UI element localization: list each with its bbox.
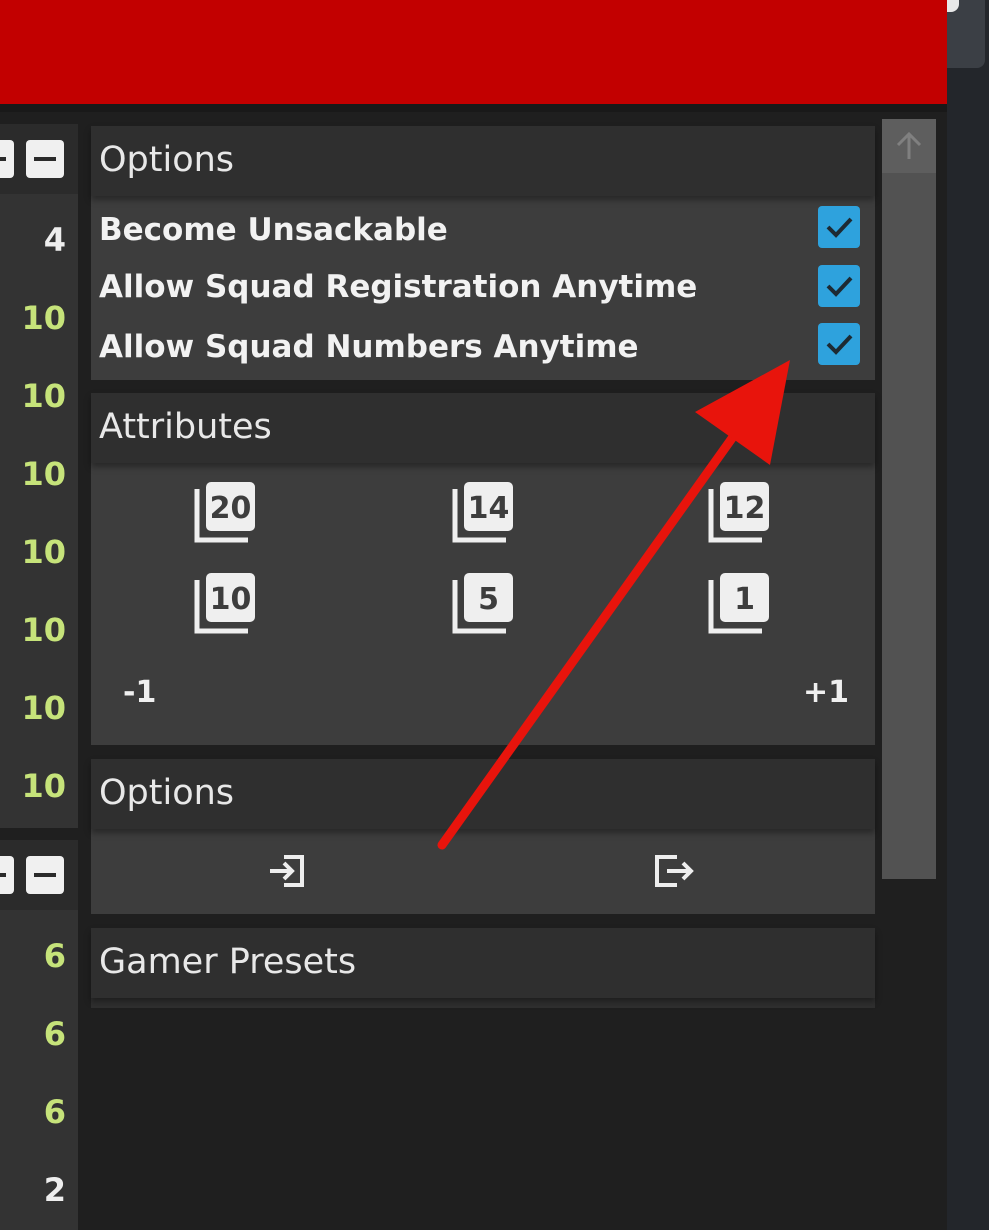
options-panel-title: Options (99, 140, 235, 180)
export-icon (655, 855, 694, 887)
left-group-2-header (0, 840, 78, 910)
value-cell: 10 (21, 767, 66, 805)
import-button[interactable] (266, 849, 310, 893)
value-cell: 2 (43, 1171, 66, 1209)
value-cell: 4 (43, 221, 66, 259)
preset-10-button[interactable]: 10 (194, 570, 258, 634)
value-cell: 10 (21, 611, 66, 649)
vertical-scrollbar[interactable] (882, 119, 936, 879)
option-label-become-unsackable: Become Unsackable (99, 212, 448, 248)
increment-button[interactable]: +1 (803, 675, 849, 710)
preset-14-button[interactable]: 14 (452, 479, 516, 543)
filter-1-icon: 1 (708, 573, 769, 634)
filter-12-icon: 12 (708, 482, 769, 543)
checkbox-squad-registration[interactable] (818, 265, 860, 307)
value-cell: 10 (21, 689, 66, 727)
preset-12-button[interactable]: 12 (708, 479, 772, 543)
plus-icon (0, 873, 6, 877)
gamer-presets-panel-title: Gamer Presets (99, 942, 357, 982)
value-cell: 10 (21, 299, 66, 337)
left-group-1: 4 10 10 10 10 10 10 10 (0, 194, 78, 828)
expand-button[interactable] (0, 140, 14, 178)
attributes-panel-header: Attributes (91, 393, 875, 463)
minus-icon (34, 873, 56, 877)
left-values-column: 4 10 10 10 10 10 10 10 6 6 6 2 (0, 124, 78, 1230)
option-label-squad-registration: Allow Squad Registration Anytime (99, 269, 698, 305)
value-cell: 6 (43, 937, 66, 975)
checkmark-icon (826, 334, 853, 355)
left-group-2: 6 6 6 2 (0, 910, 78, 1230)
checkbox-squad-numbers[interactable] (818, 323, 860, 365)
export-button[interactable] (651, 849, 695, 893)
svg-text:10: 10 (210, 582, 252, 617)
preset-5-button[interactable]: 5 (452, 570, 516, 634)
filter-20-icon: 20 (194, 482, 255, 543)
value-cell: 10 (21, 377, 66, 415)
right-edge-strip (947, 0, 989, 1230)
attributes-panel: Attributes 20 14 12 10 5 1 -1 +1 (91, 393, 875, 745)
checkmark-icon (826, 217, 853, 238)
value-cell: 10 (21, 533, 66, 571)
svg-text:5: 5 (478, 582, 499, 617)
svg-text:20: 20 (210, 491, 252, 526)
import-icon (270, 855, 304, 887)
options-panel-2-title: Options (99, 773, 235, 813)
value-cell: 6 (43, 1093, 66, 1131)
gamer-presets-panel-header: Gamer Presets (91, 928, 875, 998)
svg-text:12: 12 (724, 491, 766, 526)
svg-text:1: 1 (734, 582, 755, 617)
options-panel: Options Become Unsackable Allow Squad Re… (91, 126, 875, 380)
options-panel-header: Options (91, 126, 875, 196)
value-cell: 10 (21, 455, 66, 493)
top-header-bar (0, 0, 947, 104)
plus-icon (0, 157, 6, 161)
option-label-squad-numbers: Allow Squad Numbers Anytime (99, 329, 639, 365)
expand-button[interactable] (0, 856, 14, 894)
decrement-button[interactable]: -1 (123, 675, 156, 710)
scroll-up-button[interactable] (882, 119, 936, 173)
preset-20-button[interactable]: 20 (194, 479, 258, 543)
options-panel-2: Options (91, 759, 875, 914)
checkbox-become-unsackable[interactable] (818, 206, 860, 248)
header-shadow (0, 104, 947, 112)
gamer-presets-panel[interactable]: Gamer Presets (91, 928, 875, 1008)
filter-10-icon: 10 (194, 573, 255, 634)
collapse-button[interactable] (26, 856, 64, 894)
collapse-button[interactable] (26, 140, 64, 178)
arrow-up-icon (896, 131, 922, 159)
filter-5-icon: 5 (452, 573, 513, 634)
left-group-1-header (0, 124, 78, 194)
attributes-panel-title: Attributes (99, 407, 272, 447)
preset-1-button[interactable]: 1 (708, 570, 772, 634)
checkmark-icon (826, 276, 853, 297)
svg-text:14: 14 (468, 491, 510, 526)
minus-icon (34, 157, 56, 161)
options-panel-2-header: Options (91, 759, 875, 829)
filter-14-icon: 14 (452, 482, 513, 543)
value-cell: 6 (43, 1015, 66, 1053)
